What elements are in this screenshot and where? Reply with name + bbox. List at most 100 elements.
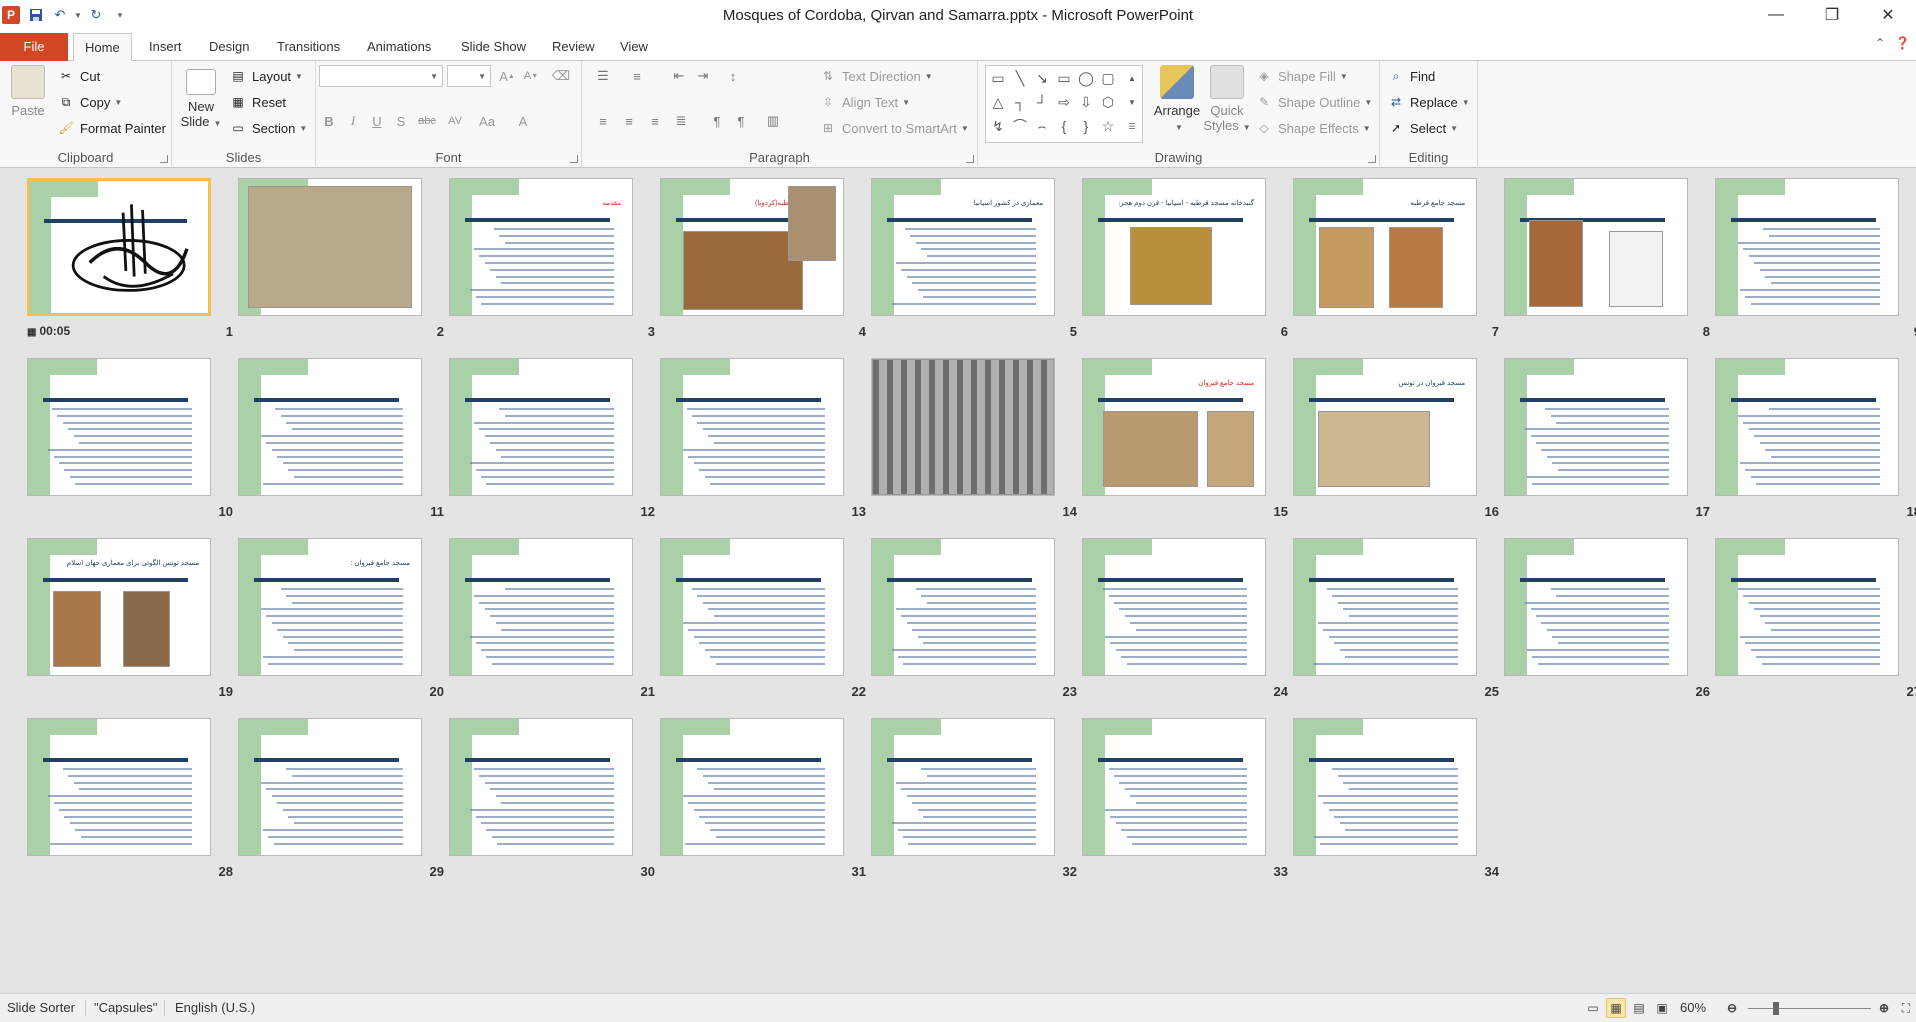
arrow-shape-icon[interactable]: ↘ xyxy=(1032,68,1052,88)
slide-thumbnail[interactable] xyxy=(449,538,633,676)
rtl-icon[interactable]: ¶ xyxy=(730,110,752,132)
increase-indent-icon[interactable]: ⇥ xyxy=(692,65,714,87)
tab-transitions[interactable]: Transitions xyxy=(266,33,351,61)
shadow-icon[interactable]: S xyxy=(390,110,412,132)
select-button[interactable]: ➚ Select ▼ xyxy=(1388,117,1458,139)
slide-thumbnail[interactable] xyxy=(871,538,1055,676)
right-arrow-shape-icon[interactable]: ⇨ xyxy=(1054,92,1074,112)
bullets-icon[interactable]: ☰ xyxy=(592,65,614,87)
copy-button[interactable]: ⧉ Copy ▼ xyxy=(58,91,123,113)
slide-thumbnail[interactable]: عنوان پروژه: مسجد جامع قرطبه (کردوبا) xyxy=(238,178,422,316)
minimize-ribbon-icon[interactable]: ⌃ xyxy=(1875,36,1885,50)
right-brace-shape-icon[interactable]: } xyxy=(1076,116,1096,136)
gallery-scroll-down-icon[interactable]: ▼ xyxy=(1122,92,1142,112)
slide-thumbnail[interactable]: مسجد جامع قرطبه xyxy=(1293,178,1477,316)
character-spacing-icon[interactable]: AV xyxy=(444,110,466,132)
tab-file[interactable]: File xyxy=(0,33,68,61)
slide-thumbnail[interactable] xyxy=(871,718,1055,856)
reading-view-icon[interactable]: ▤ xyxy=(1629,998,1649,1018)
tab-review[interactable]: Review xyxy=(541,33,606,61)
slide-thumbnail[interactable] xyxy=(660,358,844,496)
slide-thumbnail[interactable]: معماری در کشور اسپانیا xyxy=(871,178,1055,316)
quick-styles-button[interactable]: Quick Styles ▼ xyxy=(1202,65,1252,135)
shape-effects-button[interactable]: ◇ Shape Effects ▼ xyxy=(1256,117,1370,139)
tab-slide-show[interactable]: Slide Show xyxy=(450,33,537,61)
align-left-icon[interactable]: ≡ xyxy=(592,110,614,132)
font-name-combobox[interactable]: ▼ xyxy=(319,65,443,87)
change-case-icon[interactable]: Aa xyxy=(476,110,498,132)
slide-thumbnail[interactable] xyxy=(1715,358,1899,496)
font-dialog-launcher[interactable] xyxy=(570,155,578,163)
slide-thumbnail[interactable] xyxy=(1715,538,1899,676)
find-button[interactable]: ⌕ Find xyxy=(1388,65,1436,87)
slide-thumbnail[interactable] xyxy=(1293,718,1477,856)
shrink-font-icon[interactable]: A ▼ xyxy=(520,65,542,87)
gallery-scroll-up-icon[interactable]: ▲ xyxy=(1122,68,1142,88)
shape-fill-button[interactable]: ◈ Shape Fill ▼ xyxy=(1256,65,1347,87)
slide-thumbnail[interactable]: مقدمه xyxy=(449,178,633,316)
oval-shape-icon[interactable]: ◯ xyxy=(1076,68,1096,88)
strikethrough-icon[interactable]: abc xyxy=(416,110,438,132)
slide-thumbnail[interactable]: مسجد جامع قیروان : xyxy=(238,538,422,676)
slide-thumbnail[interactable] xyxy=(1293,538,1477,676)
ltr-icon[interactable]: ¶ xyxy=(706,110,728,132)
tab-view[interactable]: View xyxy=(609,33,659,61)
slide-thumbnail[interactable]: گنبدخانه مسجد قرطبه - اسپانیا - قرن دوم … xyxy=(1082,178,1266,316)
cut-button[interactable]: ✂ Cut xyxy=(58,65,100,87)
star-shape-icon[interactable]: ☆ xyxy=(1098,116,1118,136)
slide-thumbnail[interactable] xyxy=(1504,538,1688,676)
left-brace-shape-icon[interactable]: { xyxy=(1054,116,1074,136)
grow-font-icon[interactable]: A ▲ xyxy=(496,65,518,87)
reset-button[interactable]: ▦ Reset xyxy=(230,91,286,113)
clipboard-dialog-launcher[interactable] xyxy=(160,155,168,163)
zoom-in-icon[interactable]: ⊕ xyxy=(1874,998,1894,1018)
slide-thumbnail[interactable]: مسجد تونس الگوئی برای معماری جهان اسلام xyxy=(27,538,211,676)
hexagon-shape-icon[interactable]: ⬡ xyxy=(1098,92,1118,112)
slide-thumbnail[interactable] xyxy=(27,358,211,496)
drawing-dialog-launcher[interactable] xyxy=(1368,155,1376,163)
shape-outline-button[interactable]: ✎ Shape Outline ▼ xyxy=(1256,91,1372,113)
textbox-shape-icon[interactable]: ▭ xyxy=(988,68,1008,88)
section-button[interactable]: ▭ Section ▼ xyxy=(230,117,307,139)
restore-icon[interactable]: ❐ xyxy=(1804,0,1860,30)
slide-thumbnail[interactable] xyxy=(449,358,633,496)
slide-thumbnail[interactable] xyxy=(1504,358,1688,496)
curve-shape-icon[interactable]: ⌒ xyxy=(1010,116,1030,136)
slide-thumbnail[interactable] xyxy=(1715,178,1899,316)
gallery-more-icon[interactable]: ☰ xyxy=(1122,116,1142,136)
close-icon[interactable]: ✕ xyxy=(1860,0,1916,30)
slide-thumbnail[interactable] xyxy=(660,718,844,856)
tab-design[interactable]: Design xyxy=(198,33,260,61)
text-direction-button[interactable]: ⇅ Text Direction ▼ xyxy=(820,65,933,87)
font-color-icon[interactable]: A xyxy=(512,110,534,132)
shapes-gallery[interactable]: ▭ ╲ ↘ ▭ ◯ ▢ △ ┐ ┘ ⇨ ⇩ ⬡ ↯ ⌒ ⌢ { } ☆ ▲ ▼ … xyxy=(985,65,1143,143)
slide-thumbnail[interactable] xyxy=(449,718,633,856)
zoom-slider-thumb[interactable] xyxy=(1773,1002,1779,1015)
slide-thumbnail[interactable]: مسجد جامع قیروان xyxy=(1082,358,1266,496)
zoom-level[interactable]: 60% xyxy=(1680,1000,1706,1015)
normal-view-icon[interactable]: ▭ xyxy=(1583,998,1603,1018)
tab-animations[interactable]: Animations xyxy=(356,33,442,61)
slide-thumbnail[interactable] xyxy=(238,718,422,856)
line-spacing-icon[interactable]: ↕ xyxy=(722,65,744,87)
line-shape-icon[interactable]: ╲ xyxy=(1010,68,1030,88)
slide-thumbnail[interactable]: مسجد قیروان در تونس xyxy=(1293,358,1477,496)
decrease-indent-icon[interactable]: ⇤ xyxy=(668,65,690,87)
replace-button[interactable]: ⇄ Replace ▼ xyxy=(1388,91,1470,113)
convert-smartart-button[interactable]: ⊞ Convert to SmartArt ▼ xyxy=(820,117,969,139)
triangle-shape-icon[interactable]: △ xyxy=(988,92,1008,112)
slide-thumbnail[interactable] xyxy=(238,358,422,496)
underline-icon[interactable]: U xyxy=(366,110,388,132)
elbow-connector-icon[interactable]: ┐ xyxy=(1010,92,1030,112)
zoom-slider-track[interactable] xyxy=(1748,1008,1871,1009)
tab-insert[interactable]: Insert xyxy=(138,33,193,61)
columns-icon[interactable]: ▥ xyxy=(762,110,784,132)
language-indicator[interactable]: English (U.S.) xyxy=(175,1000,255,1015)
slide-thumbnail[interactable] xyxy=(1082,718,1266,856)
arc-shape-icon[interactable]: ⌢ xyxy=(1032,116,1052,136)
help-icon[interactable]: ❓ xyxy=(1895,36,1910,50)
italic-icon[interactable]: I xyxy=(342,110,364,132)
slide-sorter-pane[interactable]: 1 ▦00:05 عنوان پروژه: مسجد جامع قرطبه (کرد… xyxy=(0,168,1916,993)
new-slide-button[interactable]: New Slide ▼ xyxy=(180,65,222,131)
justify-icon[interactable]: ≣ xyxy=(670,110,692,132)
